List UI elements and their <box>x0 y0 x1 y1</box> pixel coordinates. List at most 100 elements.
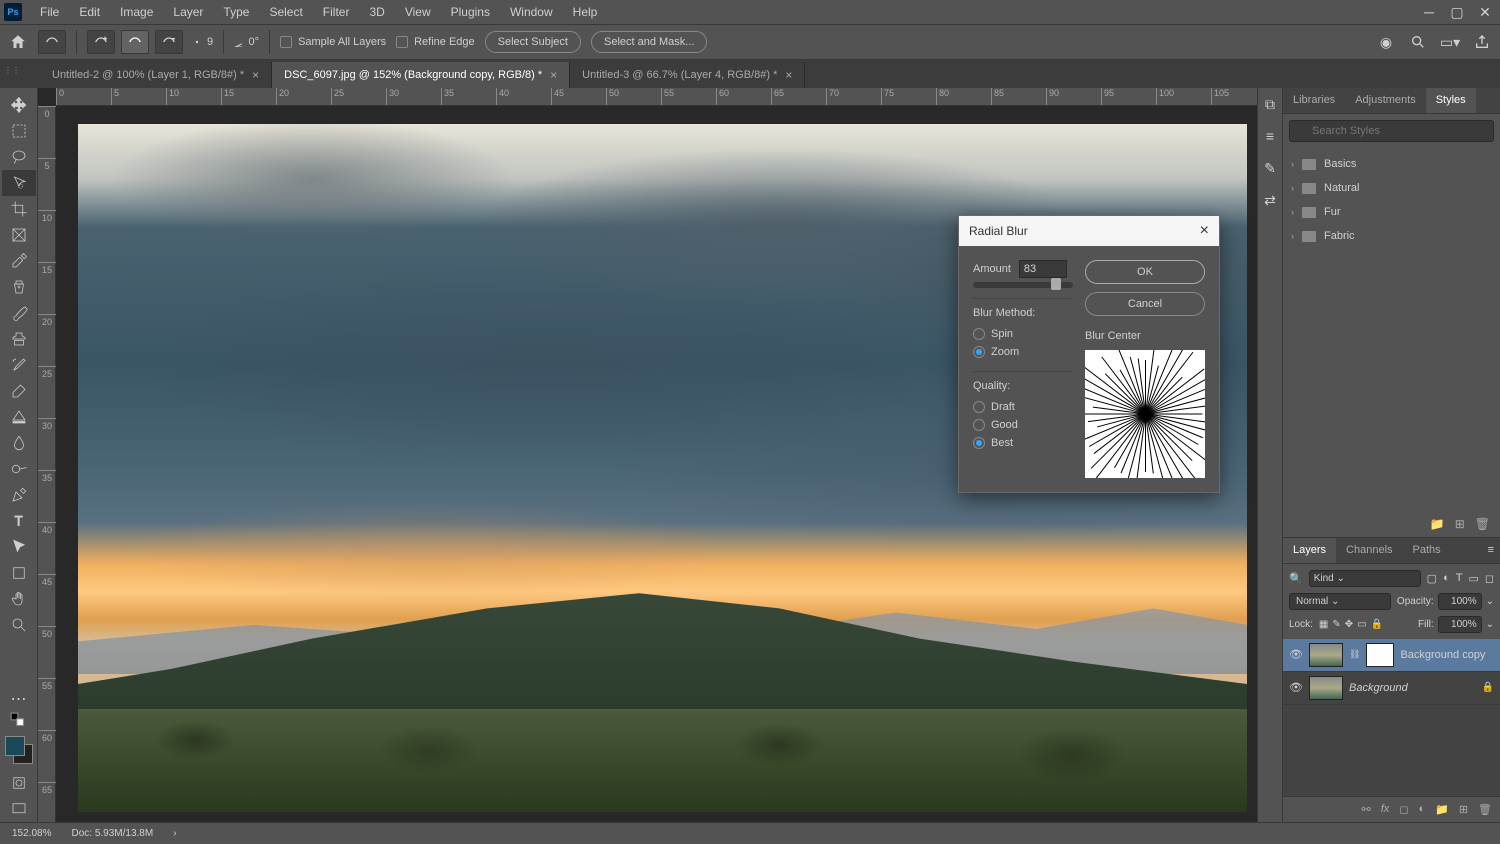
tab-adjustments[interactable]: Adjustments <box>1345 88 1426 113</box>
cancel-button[interactable]: Cancel <box>1085 292 1205 316</box>
filter-smart-icon[interactable]: ◻ <box>1485 572 1494 585</box>
lock-position-icon[interactable]: ✥ <box>1345 619 1353 630</box>
layer-filter-select[interactable]: Kind ⌄ <box>1309 570 1421 587</box>
lock-transparent-icon[interactable]: ▦ <box>1319 619 1328 630</box>
amount-input[interactable] <box>1019 260 1067 278</box>
filter-shape-icon[interactable]: ▭ <box>1468 572 1478 585</box>
blend-mode-select[interactable]: Normal ⌄ <box>1289 593 1391 610</box>
sample-all-checkbox[interactable] <box>280 36 292 48</box>
chevron-down-icon[interactable]: ⌄ <box>1486 596 1494 607</box>
hand-tool[interactable] <box>2 586 36 612</box>
healing-tool[interactable] <box>2 274 36 300</box>
panel-icon-3[interactable]: ✎ <box>1260 158 1280 178</box>
clone-stamp-tool[interactable] <box>2 326 36 352</box>
swap-colors-icon[interactable] <box>2 712 36 730</box>
trash-icon[interactable]: 🗑 <box>1475 517 1490 531</box>
radio-icon[interactable] <box>973 346 985 358</box>
dialog-close-button[interactable]: × <box>1200 222 1209 240</box>
shape-tool[interactable] <box>2 560 36 586</box>
blur-tool[interactable] <box>2 430 36 456</box>
path-selection-tool[interactable] <box>2 534 36 560</box>
menu-filter[interactable]: Filter <box>313 1 360 23</box>
lasso-tool[interactable] <box>2 144 36 170</box>
menu-image[interactable]: Image <box>110 1 163 23</box>
zoom-tool[interactable] <box>2 612 36 638</box>
visibility-icon[interactable]: 👁 <box>1289 648 1303 661</box>
lock-paint-icon[interactable]: ✎ <box>1332 619 1340 630</box>
quick-mask-icon[interactable] <box>2 770 36 796</box>
refine-edge-checkbox[interactable] <box>396 36 408 48</box>
layer-name[interactable]: Background <box>1349 682 1408 694</box>
frame-tool[interactable] <box>2 222 36 248</box>
tab-handle[interactable]: ⋮⋮ <box>4 66 20 75</box>
blur-center-preview[interactable] <box>1085 350 1205 478</box>
home-icon[interactable] <box>8 32 28 52</box>
dodge-tool[interactable] <box>2 456 36 482</box>
panel-icon-4[interactable]: ⇄ <box>1260 190 1280 210</box>
tab-paths[interactable]: Paths <box>1403 538 1451 563</box>
tab-styles[interactable]: Styles <box>1426 88 1476 113</box>
doc-tab-2[interactable]: Untitled-3 @ 66.7% (Layer 4, RGB/8#) * × <box>570 62 805 88</box>
edit-toolbar[interactable]: ⋯ <box>2 686 36 712</box>
radio-icon[interactable] <box>973 328 985 340</box>
quick-selection-tool[interactable] <box>2 170 36 196</box>
menu-select[interactable]: Select <box>259 1 312 23</box>
close-tab-icon[interactable]: × <box>785 68 792 82</box>
visibility-icon[interactable]: 👁 <box>1289 681 1303 694</box>
radio-zoom[interactable]: Zoom <box>973 343 1073 361</box>
horizontal-ruler[interactable]: 0510152025303540455055606570758085909510… <box>56 88 1257 106</box>
screen-mode-icon[interactable] <box>2 796 36 822</box>
style-folder-fabric[interactable]: ›Fabric <box>1283 224 1500 248</box>
layer-item-1[interactable]: 👁 Background 🔒 <box>1283 672 1500 705</box>
select-subject-button[interactable]: Select Subject <box>485 31 581 53</box>
filter-adjust-icon[interactable]: ◐ <box>1443 572 1450 585</box>
panel-icon-2[interactable]: ≡ <box>1260 126 1280 146</box>
close-tab-icon[interactable]: × <box>252 68 259 82</box>
menu-layer[interactable]: Layer <box>163 1 213 23</box>
layer-item-0[interactable]: 👁 ⛓ Background copy <box>1283 639 1500 672</box>
menu-window[interactable]: Window <box>500 1 563 23</box>
workspace-icon[interactable]: ▭▾ <box>1440 32 1460 52</box>
minimize-button[interactable]: ─ <box>1422 5 1436 19</box>
menu-edit[interactable]: Edit <box>69 1 110 23</box>
new-style-icon[interactable]: ⊞ <box>1455 517 1465 531</box>
chevron-down-icon[interactable]: ⌄ <box>1486 619 1494 630</box>
amount-slider[interactable] <box>973 282 1073 288</box>
intersect-selection-icon[interactable] <box>155 30 183 54</box>
adjustment-icon[interactable]: ◐ <box>1418 803 1425 816</box>
trash-icon[interactable]: 🗑 <box>1478 803 1492 816</box>
close-tab-icon[interactable]: × <box>550 68 557 82</box>
foreground-color[interactable] <box>5 736 25 756</box>
crop-tool[interactable] <box>2 196 36 222</box>
layer-thumbnail[interactable] <box>1309 643 1343 667</box>
radio-icon[interactable] <box>973 437 985 449</box>
search-icon[interactable] <box>1408 32 1428 52</box>
tab-layers[interactable]: Layers <box>1283 538 1336 563</box>
subtract-selection-icon[interactable] <box>121 30 149 54</box>
menu-view[interactable]: View <box>395 1 441 23</box>
layer-name[interactable]: Background copy <box>1400 649 1485 661</box>
close-window-button[interactable]: ✕ <box>1478 5 1492 19</box>
radio-icon[interactable] <box>973 401 985 413</box>
radio-draft[interactable]: Draft <box>973 398 1073 416</box>
style-folder-basics[interactable]: ›Basics <box>1283 152 1500 176</box>
brush-size-group[interactable]: 9 <box>193 36 213 48</box>
lock-all-icon[interactable]: 🔒 <box>1371 619 1383 630</box>
share-icon[interactable] <box>1472 32 1492 52</box>
slider-thumb[interactable] <box>1051 278 1061 290</box>
select-and-mask-button[interactable]: Select and Mask... <box>591 31 708 53</box>
radio-good[interactable]: Good <box>973 416 1073 434</box>
radio-spin[interactable]: Spin <box>973 325 1073 343</box>
sample-all-layers[interactable]: Sample All Layers <box>280 36 386 48</box>
pen-tool[interactable] <box>2 482 36 508</box>
lock-artboard-icon[interactable]: ▭ <box>1357 619 1366 630</box>
radio-best[interactable]: Best <box>973 434 1073 452</box>
tab-libraries[interactable]: Libraries <box>1283 88 1345 113</box>
fx-icon[interactable]: fx <box>1381 803 1390 816</box>
mask-icon[interactable]: ◻ <box>1399 803 1408 816</box>
filter-image-icon[interactable]: ▢ <box>1427 572 1437 585</box>
style-folder-fur[interactable]: ›Fur <box>1283 200 1500 224</box>
doc-tab-1[interactable]: DSC_6097.jpg @ 152% (Background copy, RG… <box>272 62 570 88</box>
panel-icon-1[interactable]: ⧉ <box>1260 94 1280 114</box>
maximize-button[interactable]: ▢ <box>1450 5 1464 19</box>
